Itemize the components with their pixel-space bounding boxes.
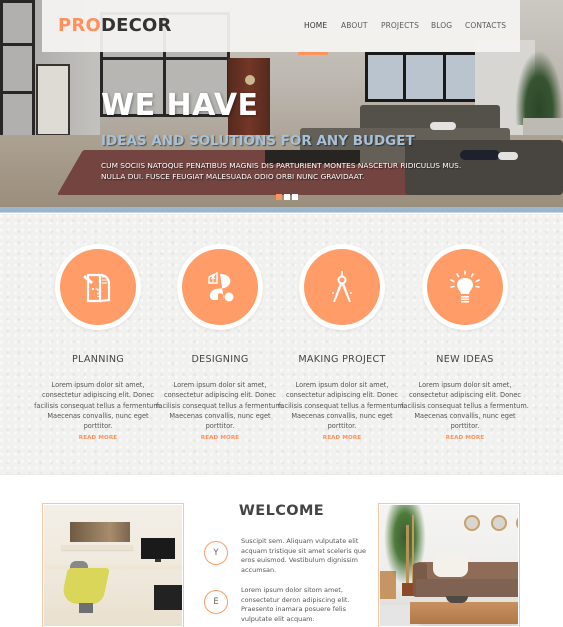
hero-body-line: CUM SOCIIS NATOQUE PENATIBUS MAGNIS DIS … [101,161,462,170]
feature-title: MAKING PROJECT [298,354,386,365]
features-section: PLANNING Lorem ipsum dolor sit amet, con… [0,214,563,474]
living-room-photo-left [42,503,184,627]
slider-dot-2[interactable] [284,194,290,200]
letter-badge: E [204,590,228,614]
read-more-link[interactable]: READ MORE [277,435,407,441]
read-more-link[interactable]: READ MORE [400,435,530,441]
feature-icon-button[interactable] [182,249,258,325]
feature-icon-button[interactable] [427,249,503,325]
nav-home[interactable]: HOME [304,21,327,30]
read-more-link[interactable]: READ MORE [33,435,163,441]
logo-prefix: PRO [58,15,101,36]
slider-pagination [276,194,298,200]
feature-icon-button[interactable] [60,249,136,325]
welcome-item-text: Lorem ipsum dolor sitom amet, consectetu… [241,586,350,623]
hero-bottom-bar [0,207,563,213]
compass-icon [332,271,352,302]
read-more-link[interactable]: READ MORE [155,435,285,441]
living-room-photo-right [378,503,520,627]
slider-dot-3[interactable] [292,194,298,200]
design-palette-icon [208,271,234,302]
logo-suffix: DECOR [100,15,172,36]
feature-icon-button[interactable] [304,249,380,325]
feature-text: Lorem ipsum dolor sit amet, consectetur … [278,381,406,431]
logo[interactable]: PRODECOR [58,15,172,36]
feature-text: Lorem ipsum dolor sit amet, consectetur … [34,381,162,431]
welcome-item-text: Suscipit sem. Aliquam vulputate elit acq… [241,537,366,574]
nav-contacts[interactable]: CONTACTS [465,21,506,30]
feature-text: Lorem ipsum dolor sit amet, consectetur … [401,381,529,431]
nav-blog[interactable]: BLOG [431,21,452,30]
slider-dot-1[interactable] [276,194,282,200]
site-header: PRODECOR HOME ABOUT PROJECTS BLOG CONTAC… [42,0,520,52]
nav-active-indicator [298,52,328,55]
blueprint-icon [83,273,111,303]
feature-title: PLANNING [71,354,125,365]
nav-about[interactable]: ABOUT [341,21,368,30]
letter-badge: Y [204,541,228,565]
feature-title: NEW IDEAS [436,354,494,365]
lightbulb-icon [450,270,480,303]
hero-title: WE HAVE [101,88,259,123]
hero-body-line: NULLA DUI. FUSCE FEUGIAT MALESUADA ODIO … [101,172,365,181]
feature-text: Lorem ipsum dolor sit amet, consectetur … [156,381,284,431]
welcome-section: WELCOME Y Suscipit sem. Aliquam vulputat… [0,474,563,627]
hero-subtitle: IDEAS AND SOLUTIONS FOR ANY BUDGET [101,133,415,149]
feature-title: DESIGNING [191,354,249,365]
hero-body-text: CUM SOCIIS NATOQUE PENATIBUS MAGNIS DIS … [101,160,461,182]
nav-projects[interactable]: PROJECTS [381,21,419,30]
